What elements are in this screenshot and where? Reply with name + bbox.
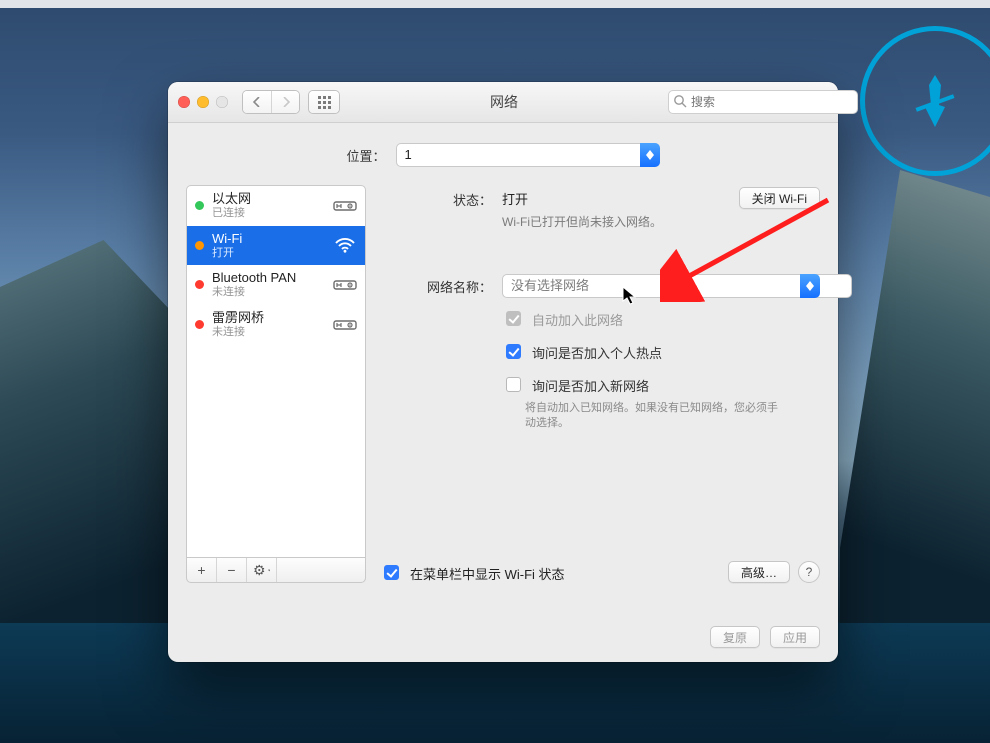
nav-back-button[interactable] [243, 91, 271, 113]
ask-new-checkbox[interactable] [506, 377, 521, 392]
window-zoom-button[interactable] [216, 96, 228, 108]
status-dot [195, 201, 204, 210]
traffic-lights [178, 96, 228, 108]
window-close-button[interactable] [178, 96, 190, 108]
service-status: 打开 [212, 247, 325, 260]
location-value: 1 [396, 143, 660, 167]
auto-join-label: 自动加入此网络 [532, 310, 623, 329]
service-item-雷雳网桥[interactable]: 雷雳网桥未连接 [187, 305, 365, 345]
ask-new-note: 将自动加入已知网络。如果没有已知网络，您必须手动选择。 [525, 401, 785, 432]
status-label: 状态： [380, 187, 502, 209]
location-select[interactable]: 1 [396, 143, 660, 167]
service-item-bluetooth-pan[interactable]: Bluetooth PAN未连接 [187, 265, 365, 305]
nav-forward-button[interactable] [271, 91, 299, 113]
wifi-icon [333, 235, 357, 255]
ask-new-row: 询问是否加入新网络 [502, 376, 820, 395]
sidebar-actions: + − ⚙︎ [186, 558, 366, 583]
grid-icon [318, 96, 331, 109]
window-body: 位置： 1 以太网已连接 Wi-Fi打开 Bluetoot [168, 123, 838, 597]
service-item-wi-fi[interactable]: Wi-Fi打开 [187, 226, 365, 266]
window-minimize-button[interactable] [197, 96, 209, 108]
service-actions-menu[interactable]: ⚙︎ [247, 558, 277, 582]
nav-buttons [242, 90, 300, 114]
service-status: 未连接 [212, 286, 325, 299]
network-name-select[interactable]: 没有选择网络 [502, 274, 820, 298]
gear-icon: ⚙︎ [253, 562, 266, 579]
status-dot [195, 241, 204, 250]
show-all-button[interactable] [308, 90, 340, 114]
ask-hotspot-label: 询问是否加入个人热点 [532, 343, 662, 362]
add-service-button[interactable]: + [187, 558, 217, 582]
ethernet-icon [333, 315, 357, 335]
ethernet-icon [333, 196, 357, 216]
select-stepper-icon [800, 274, 820, 298]
menubar [0, 0, 990, 8]
remove-service-button[interactable]: − [217, 558, 247, 582]
revert-button[interactable]: 复原 [710, 626, 760, 648]
service-status: 未连接 [212, 326, 325, 339]
service-name: Bluetooth PAN [212, 271, 325, 286]
search-field[interactable] [668, 90, 828, 114]
service-name: Wi-Fi [212, 232, 325, 247]
wifi-toggle-button[interactable]: 关闭 Wi-Fi [739, 187, 820, 209]
status-value: 打开 [502, 189, 528, 208]
services-list[interactable]: 以太网已连接 Wi-Fi打开 Bluetooth PAN未连接 雷雳网桥未连接 [186, 185, 366, 558]
apply-button[interactable]: 应用 [770, 626, 820, 648]
advanced-button[interactable]: 高级… [728, 561, 790, 583]
select-stepper-icon [640, 143, 660, 167]
auto-join-checkbox [506, 311, 521, 326]
service-name: 雷雳网桥 [212, 311, 325, 326]
desktop: 网络 位置： 1 [0, 0, 990, 743]
ethernet-icon [333, 275, 357, 295]
search-icon [673, 94, 687, 108]
titlebar: 网络 [168, 82, 838, 123]
auto-join-row: 自动加入此网络 [502, 310, 820, 329]
show-menubar-label: 在菜单栏中显示 Wi-Fi 状态 [410, 564, 565, 583]
network-name-label: 网络名称： [380, 274, 502, 296]
status-row: 状态： 打开 关闭 Wi-Fi Wi-Fi已打开但尚未接入网络。 [380, 187, 820, 230]
show-menubar-checkbox[interactable] [384, 565, 399, 580]
services-sidebar: 以太网已连接 Wi-Fi打开 Bluetooth PAN未连接 雷雳网桥未连接 … [186, 185, 366, 583]
service-name: 以太网 [212, 192, 325, 207]
network-preferences-window: 网络 位置： 1 [168, 82, 838, 662]
network-name-row: 网络名称： 没有选择网络 自动加入此网络 [380, 274, 820, 432]
ask-hotspot-row: 询问是否加入个人热点 [502, 343, 820, 362]
ask-new-label: 询问是否加入新网络 [532, 376, 649, 395]
service-status: 已连接 [212, 207, 325, 220]
window-footer: 复原 应用 [710, 626, 820, 648]
status-dot [195, 280, 204, 289]
status-hint: Wi-Fi已打开但尚未接入网络。 [502, 213, 820, 230]
ask-hotspot-checkbox[interactable] [506, 344, 521, 359]
help-button[interactable]: ? [798, 561, 820, 583]
location-label: 位置： [346, 146, 385, 165]
search-input[interactable] [668, 90, 858, 114]
window-title: 网络 [348, 92, 660, 112]
status-dot [195, 320, 204, 329]
service-item-以太网[interactable]: 以太网已连接 [187, 186, 365, 226]
location-row: 位置： 1 [186, 143, 820, 167]
brand-logo [860, 26, 990, 176]
detail-pane: 状态： 打开 关闭 Wi-Fi Wi-Fi已打开但尚未接入网络。 网 [380, 185, 820, 583]
